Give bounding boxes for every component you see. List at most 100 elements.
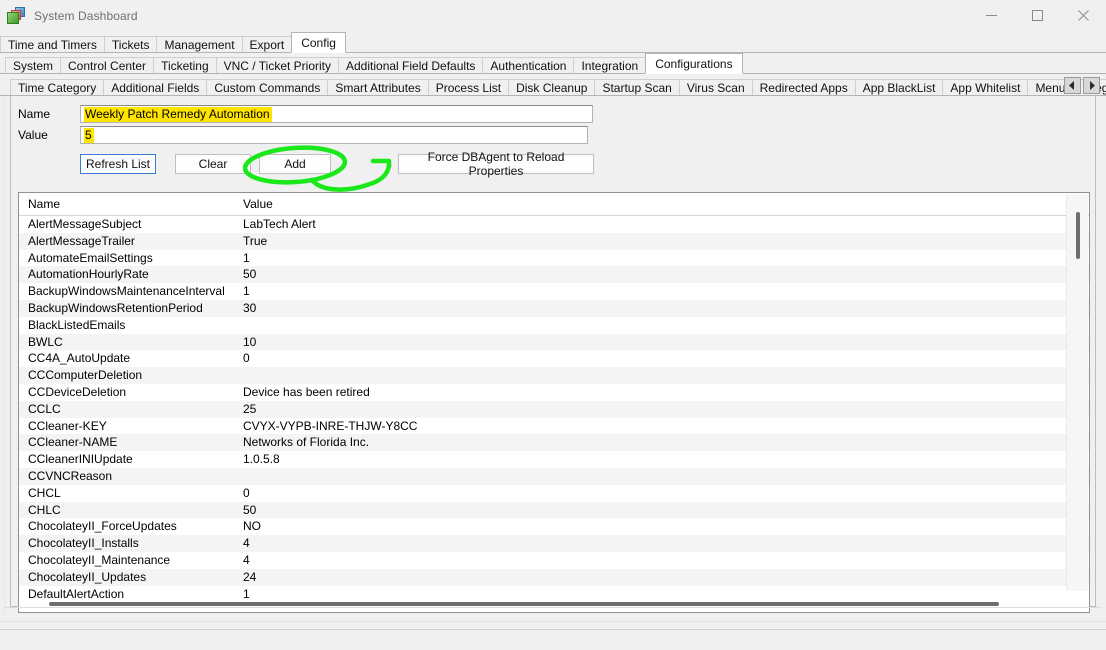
table-row[interactable]: CCleaner-KEYCVYX-VYPB-INRE-THJW-Y8CC (19, 418, 1089, 435)
cell-name: CHCL (28, 486, 61, 500)
tab-app-blacklist[interactable]: App BlackList (855, 79, 944, 96)
tab-ticketing[interactable]: Ticketing (153, 57, 217, 74)
table-row[interactable]: AlertMessageSubjectLabTech Alert (19, 216, 1089, 233)
table-row[interactable]: AutomateEmailSettings1 (19, 250, 1089, 267)
tab-management[interactable]: Management (156, 36, 242, 53)
cell-name: CCLC (28, 402, 61, 416)
tab-smart-attributes[interactable]: Smart Attributes (327, 79, 428, 96)
tab-authentication[interactable]: Authentication (482, 57, 574, 74)
value-input-value: 5 (84, 128, 94, 143)
window-inner-edge (0, 621, 1106, 622)
cell-value: 24 (243, 570, 256, 584)
table-row[interactable]: BlackListedEmails (19, 317, 1089, 334)
tab-tickets[interactable]: Tickets (104, 36, 158, 53)
cell-value: 1 (243, 284, 250, 298)
table-row[interactable]: AlertMessageTrailerTrue (19, 233, 1089, 250)
cell-value: 50 (243, 267, 256, 281)
table-row[interactable]: CCComputerDeletion (19, 367, 1089, 384)
tab-vnc-ticket-priority[interactable]: VNC / Ticket Priority (216, 57, 339, 74)
table-row[interactable]: AutomationHourlyRate50 (19, 266, 1089, 283)
tab-time-and-timers[interactable]: Time and Timers (0, 36, 105, 53)
table-row[interactable]: BWLC10 (19, 334, 1089, 351)
tab-startup-scan[interactable]: Startup Scan (594, 79, 679, 96)
cell-value: NO (243, 519, 261, 533)
cell-value: LabTech Alert (243, 217, 316, 231)
cell-name: AutomateEmailSettings (28, 251, 153, 265)
tab-app-whitelist[interactable]: App Whitelist (942, 79, 1028, 96)
table-row[interactable]: CCleanerINIUpdate1.0.5.8 (19, 451, 1089, 468)
tab-custom-commands[interactable]: Custom Commands (206, 79, 328, 96)
tab-strip-secondary: SystemControl CenterTicketingVNC / Ticke… (0, 53, 1106, 74)
cell-name: CHLC (28, 503, 61, 517)
tab-config[interactable]: Config (291, 32, 346, 53)
close-icon[interactable] (1060, 0, 1106, 31)
cell-name: ChocolateyII_Updates (28, 570, 146, 584)
tab-time-category[interactable]: Time Category (10, 79, 104, 96)
panel-bottom-edge (4, 607, 1102, 608)
tab-control-center[interactable]: Control Center (60, 57, 154, 74)
tab-virus-scan[interactable]: Virus Scan (679, 79, 753, 96)
cell-name: ChocolateyII_Maintenance (28, 553, 170, 567)
tab-system[interactable]: System (5, 57, 61, 74)
tab-disk-cleanup[interactable]: Disk Cleanup (508, 79, 595, 96)
table-row[interactable]: ChocolateyII_Updates 24 (19, 569, 1089, 586)
tab-configurations[interactable]: Configurations (645, 53, 742, 74)
table-row[interactable]: BackupWindowsMaintenanceInterval1 (19, 283, 1089, 300)
table-row[interactable]: BackupWindowsRetentionPeriod30 (19, 300, 1089, 317)
cell-value: CVYX-VYPB-INRE-THJW-Y8CC (243, 419, 417, 433)
maximize-icon[interactable] (1014, 0, 1060, 31)
chevron-left-icon[interactable] (1064, 77, 1081, 94)
chevron-right-icon[interactable] (1083, 77, 1100, 94)
tab-integration[interactable]: Integration (573, 57, 646, 74)
table-row[interactable]: ChocolateyII_ForceUpdatesNO (19, 518, 1089, 535)
cell-value: 4 (243, 536, 250, 550)
tab-rail-row2 (0, 73, 1106, 74)
table-row[interactable]: CCleaner-NAMENetworks of Florida Inc. (19, 434, 1089, 451)
clear-button[interactable]: Clear (175, 154, 251, 174)
add-button[interactable]: Add (259, 154, 331, 174)
cell-name: CCDeviceDeletion (28, 385, 126, 399)
vertical-scrollbar-thumb[interactable] (1076, 212, 1080, 259)
list-header: Name Value (19, 193, 1089, 216)
minimize-icon[interactable] (968, 0, 1014, 31)
name-field-label: Name (18, 107, 50, 121)
table-row[interactable]: CHLC 50 (19, 502, 1089, 519)
tab-redirected-apps[interactable]: Redirected Apps (752, 79, 856, 96)
table-row[interactable]: ChocolateyII_Installs 4 (19, 535, 1089, 552)
vertical-scrollbar[interactable] (1066, 194, 1088, 591)
tab-process-list[interactable]: Process List (428, 79, 509, 96)
tab-additional-fields[interactable]: Additional Fields (103, 79, 207, 96)
tab-rail-row3 (0, 95, 1106, 96)
cell-value: 50 (243, 503, 256, 517)
cell-name: BWLC (28, 335, 63, 349)
force-dbagent-reload-button[interactable]: Force DBAgent to Reload Properties (398, 154, 594, 174)
properties-list[interactable]: Name Value AlertMessageSubjectLabTech Al… (18, 192, 1090, 613)
cell-value: Device has been retired (243, 385, 370, 399)
window-title: System Dashboard (34, 9, 138, 23)
table-row[interactable]: CCLC25 (19, 401, 1089, 418)
table-row[interactable]: CHCL0 (19, 485, 1089, 502)
cell-value: 1.0.5.8 (243, 452, 280, 466)
horizontal-scrollbar-thumb[interactable] (49, 602, 999, 606)
tab-additional-field-defaults[interactable]: Additional Field Defaults (338, 57, 483, 74)
cell-name: BackupWindowsRetentionPeriod (28, 301, 203, 315)
value-input[interactable]: 5 (80, 126, 588, 144)
name-input[interactable]: Weekly Patch Remedy Automation (80, 105, 593, 123)
window-bottom-edge (0, 629, 1106, 630)
tab-strip-primary: Time and TimersTicketsManagementExportCo… (0, 32, 1106, 53)
column-header-name[interactable]: Name (28, 197, 60, 211)
cell-name: CCleaner-NAME (28, 435, 117, 449)
table-row[interactable]: CC4A_AutoUpdate0 (19, 350, 1089, 367)
table-row[interactable]: ChocolateyII_Maintenance 4 (19, 552, 1089, 569)
cell-name: CCComputerDeletion (28, 368, 142, 382)
table-row[interactable]: CCDeviceDeletion Device has been retired (19, 384, 1089, 401)
cell-name: ChocolateyII_Installs (28, 536, 139, 550)
cell-name: BlackListedEmails (28, 318, 125, 332)
cell-value: 4 (243, 553, 250, 567)
column-header-value[interactable]: Value (243, 197, 273, 211)
tab-strip-tertiary: Time CategoryAdditional FieldsCustom Com… (0, 74, 1106, 96)
refresh-list-button[interactable]: Refresh List (80, 154, 156, 174)
table-row[interactable]: CCVNCReason (19, 468, 1089, 485)
window-controls (968, 0, 1106, 31)
tab-export[interactable]: Export (242, 36, 293, 53)
